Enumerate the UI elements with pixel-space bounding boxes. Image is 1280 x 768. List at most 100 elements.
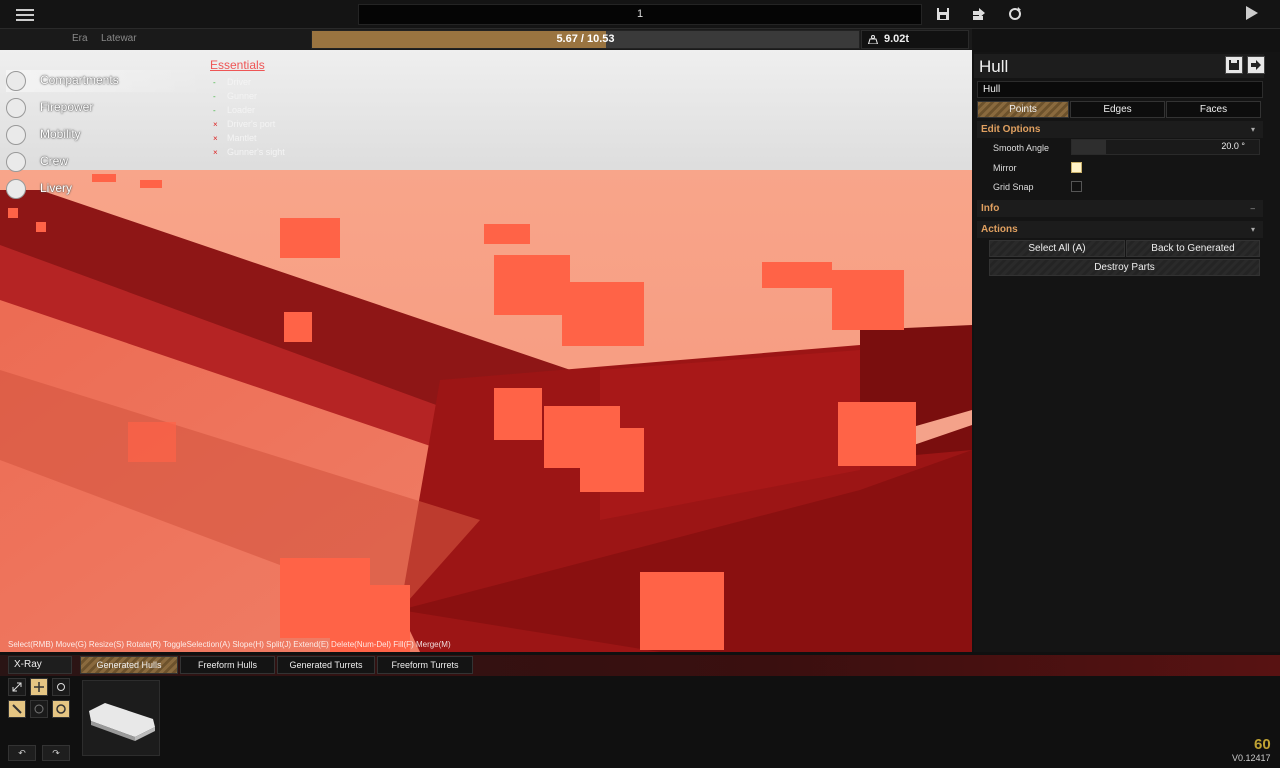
menu-icon[interactable] xyxy=(14,6,36,24)
nav-label: Crew xyxy=(40,154,69,168)
essential-item: - Loader xyxy=(213,105,255,115)
chevron-down-icon: ▾ xyxy=(1250,125,1255,134)
rotate-tool-button[interactable] xyxy=(52,678,70,696)
smooth-angle-label: Smooth Angle xyxy=(993,143,1050,153)
smooth-angle-value: 20.0 ° xyxy=(1221,141,1245,151)
top-bar: 1 xyxy=(0,0,1280,29)
nav-label: Compartments xyxy=(40,73,119,87)
tab-generated-hulls[interactable]: Generated Hulls xyxy=(80,656,178,674)
play-icon[interactable] xyxy=(1246,6,1258,20)
export-icon xyxy=(1251,60,1261,70)
nav-mobility[interactable]: Mobility xyxy=(6,124,206,146)
hull-preview-image xyxy=(89,703,155,741)
nav-label: Livery xyxy=(40,181,73,195)
nav-crew[interactable]: Crew xyxy=(6,151,206,173)
rotate-icon xyxy=(57,683,65,691)
back-to-generated-button[interactable]: Back to Generated xyxy=(1126,240,1260,257)
essentials-title: Essentials xyxy=(210,58,265,72)
gun-icon xyxy=(6,98,26,118)
hull-panel: Hull Hull Points Edges Faces Edit Option… xyxy=(974,52,1280,652)
points-progress-text: 5.67 / 10.53 xyxy=(556,33,615,45)
part-name-field[interactable]: Hull xyxy=(977,81,1263,98)
xray-toggle[interactable]: X-Ray xyxy=(8,656,72,674)
cube-icon xyxy=(6,71,26,91)
panel-title: Hull xyxy=(979,57,1009,76)
tab-edges[interactable]: Edges xyxy=(1070,101,1165,118)
hull-template-thumbnail[interactable] xyxy=(82,680,160,756)
points-progress: 5.67 / 10.53 xyxy=(311,30,860,49)
era-label: Era xyxy=(72,33,88,44)
essential-label: Mantlet xyxy=(227,133,257,143)
export-icon[interactable] xyxy=(970,5,988,23)
refresh-icon[interactable] xyxy=(1006,5,1024,23)
nav-compartments[interactable]: Compartments xyxy=(6,70,206,92)
save-icon[interactable] xyxy=(934,5,952,23)
bottom-bar: X-Ray Generated Hulls Freeform Hulls Gen… xyxy=(0,652,1280,768)
tab-generated-turrets[interactable]: Generated Turrets xyxy=(277,656,375,674)
edit-options-header[interactable]: Edit Options ▾ xyxy=(977,121,1263,138)
panel-export-button[interactable] xyxy=(1247,56,1265,74)
essential-item: × Gunner's sight xyxy=(213,147,285,157)
actions-header[interactable]: Actions ▾ xyxy=(977,221,1263,238)
weight-value: 9.02t xyxy=(884,33,910,45)
tab-faces[interactable]: Faces xyxy=(1166,101,1261,118)
nav-label: Mobility xyxy=(40,127,81,141)
tab-freeform-hulls[interactable]: Freeform Hulls xyxy=(180,656,275,674)
status-bar: Era Latewar 5.67 / 10.53 9.02t xyxy=(0,29,972,50)
tab-points[interactable]: Points xyxy=(977,101,1069,118)
version-label: V0.12417 xyxy=(1232,753,1271,763)
3d-viewport[interactable]: Compartments Firepower Mobility Crew Liv… xyxy=(0,50,972,652)
missing-mark: × xyxy=(213,134,218,143)
essential-label: Gunner xyxy=(227,91,258,101)
nav-livery[interactable]: Livery xyxy=(6,178,206,200)
essential-item: × Mantlet xyxy=(213,133,257,143)
snap-tool-button[interactable] xyxy=(30,700,48,718)
local-space-tool-button[interactable] xyxy=(52,700,70,718)
missing-mark: × xyxy=(213,148,218,157)
keyboard-hints: Select(RMB) Move(G) Resize(S) Rotate(R) … xyxy=(8,640,451,649)
cycle-icon xyxy=(56,704,66,714)
tab-freeform-turrets[interactable]: Freeform Turrets xyxy=(377,656,473,674)
nav-label: Firepower xyxy=(40,100,94,114)
chevron-down-icon: ▾ xyxy=(1250,225,1255,234)
resize-tool-button[interactable] xyxy=(8,678,26,696)
weight-display: 9.02t xyxy=(861,30,969,49)
essential-item: - Driver xyxy=(213,77,251,87)
vehicle-name-field[interactable]: 1 xyxy=(358,4,922,25)
check-mark: - xyxy=(213,106,216,115)
slider-fill xyxy=(1072,140,1106,154)
save-icon xyxy=(1229,60,1239,70)
redo-button[interactable]: ↷ xyxy=(42,745,70,761)
grid-snap-label: Grid Snap xyxy=(993,182,1034,192)
smooth-angle-slider[interactable]: 20.0 ° xyxy=(1071,139,1260,155)
move-icon xyxy=(34,682,44,692)
era-value[interactable]: Latewar xyxy=(101,33,137,44)
undo-button[interactable]: ↶ xyxy=(8,745,36,761)
essential-label: Gunner's sight xyxy=(227,147,285,157)
symmetry-icon xyxy=(12,704,22,714)
essential-label: Driver xyxy=(227,77,251,87)
section-title: Edit Options xyxy=(981,124,1041,135)
move-tool-button[interactable] xyxy=(30,678,48,696)
collapse-icon: – xyxy=(1250,204,1255,213)
symmetry-tool-button[interactable] xyxy=(8,700,26,718)
section-title: Actions xyxy=(981,224,1018,235)
weight-icon xyxy=(868,35,878,44)
info-header[interactable]: Info – xyxy=(977,200,1263,217)
grid-snap-checkbox[interactable] xyxy=(1071,181,1082,192)
target-icon xyxy=(34,704,44,714)
missing-mark: × xyxy=(213,120,218,129)
resize-icon xyxy=(12,682,22,692)
nav-firepower[interactable]: Firepower xyxy=(6,97,206,119)
essential-item: × Driver's port xyxy=(213,119,275,129)
destroy-parts-button[interactable]: Destroy Parts xyxy=(989,259,1260,276)
essential-item: - Gunner xyxy=(213,91,257,101)
panel-save-button[interactable] xyxy=(1225,56,1243,74)
app-root: 1 Era Latewar 5.67 / 10.53 9.02t Compart… xyxy=(0,0,1280,768)
mirror-label: Mirror xyxy=(993,163,1017,173)
essential-label: Driver's port xyxy=(227,119,276,129)
mirror-checkbox[interactable] xyxy=(1071,162,1082,173)
select-all-button[interactable]: Select All (A) xyxy=(989,240,1125,257)
person-icon xyxy=(6,152,26,172)
check-mark: - xyxy=(213,92,216,101)
